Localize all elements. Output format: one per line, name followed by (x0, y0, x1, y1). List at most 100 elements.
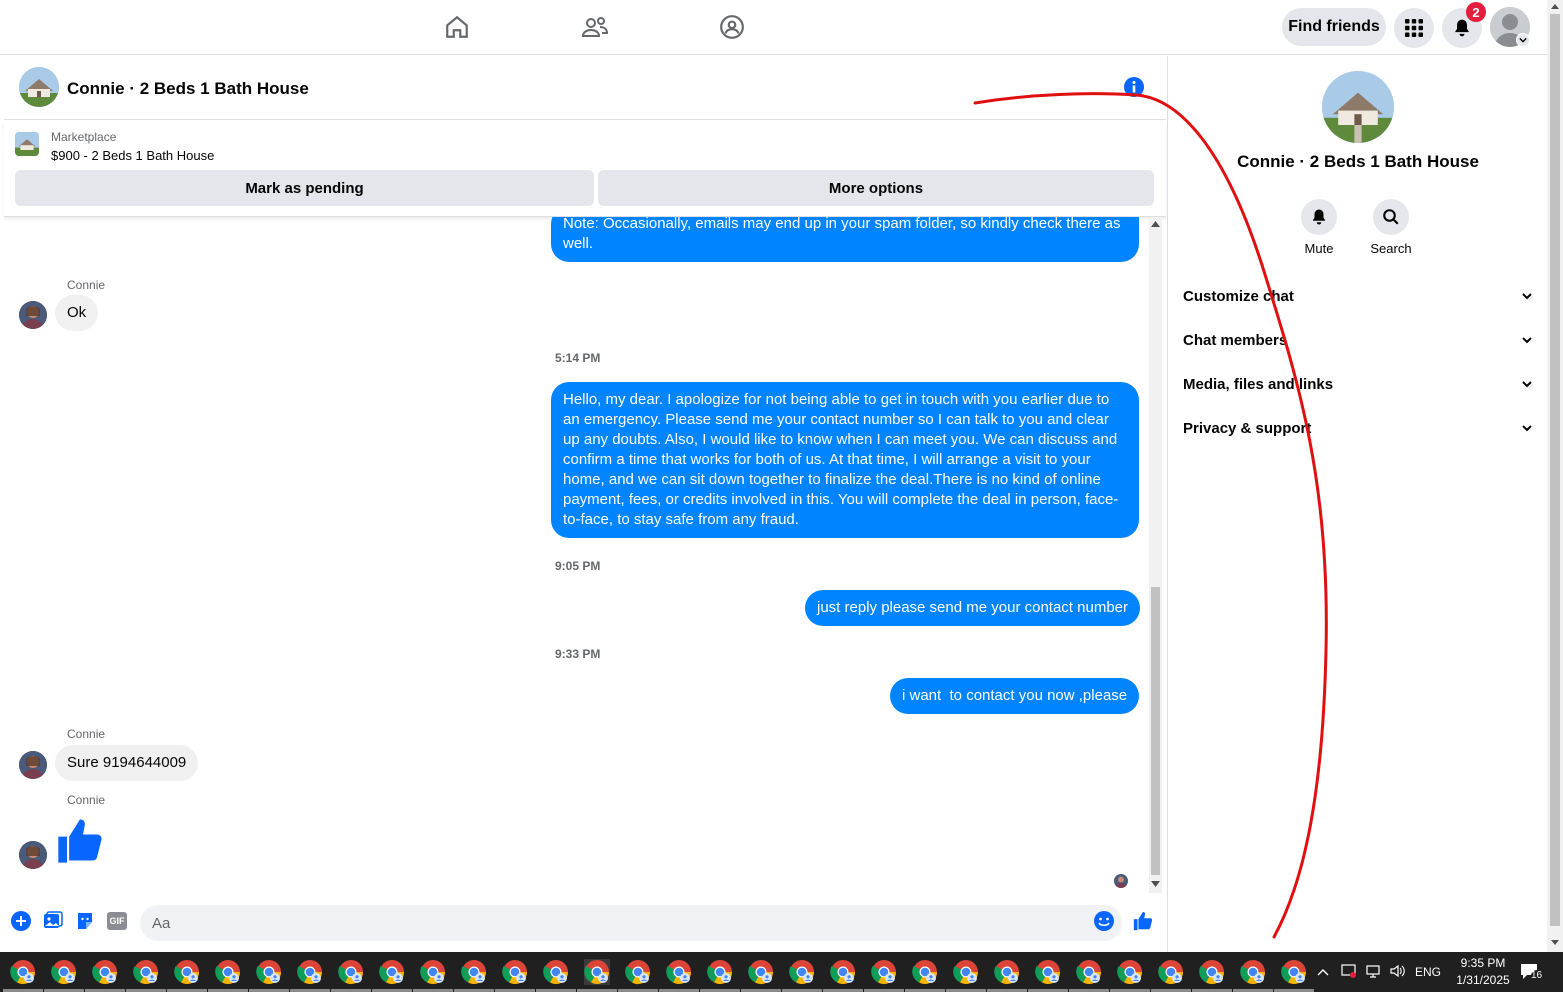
timestamp: 5:14 PM (555, 351, 601, 365)
connie-avatar[interactable] (19, 841, 47, 869)
item-label: Privacy & support (1183, 419, 1312, 437)
chrome-app-icon[interactable] (1110, 959, 1150, 992)
taskbar-clock[interactable]: 9:35 PM 1/31/2025 (1451, 955, 1515, 989)
message-outgoing[interactable]: Hello, my dear. I apologize for not bein… (551, 382, 1139, 538)
info-icon[interactable] (1123, 76, 1145, 103)
find-friends-button[interactable]: Find friends (1282, 8, 1386, 46)
chrome-app-icon[interactable] (413, 959, 453, 992)
chrome-app-icon[interactable] (1069, 959, 1109, 992)
scrollbar-thumb[interactable] (1151, 587, 1160, 875)
seen-receipt-avatar (1114, 874, 1128, 888)
chrome-app-icon[interactable] (782, 959, 822, 992)
mark-as-pending-button[interactable]: Mark as pending (15, 170, 594, 206)
message-incoming[interactable]: Sure 9194644009 (55, 745, 199, 781)
home-icon[interactable] (442, 12, 472, 42)
listing-thumbnail[interactable] (15, 132, 39, 156)
plus-circle-icon[interactable] (10, 910, 32, 932)
chrome-app-icon[interactable] (659, 959, 699, 992)
chrome-app-icon[interactable] (167, 959, 207, 992)
photo-icon[interactable] (42, 910, 64, 932)
chrome-app-icon[interactable] (1274, 959, 1314, 992)
message-outgoing[interactable]: just reply please send me your contact n… (805, 590, 1140, 626)
sticker-icon[interactable] (74, 910, 96, 932)
volume-icon[interactable] (1389, 963, 1405, 982)
menu-grid-icon[interactable] (1394, 8, 1434, 48)
gif-label: GIF (107, 912, 127, 930)
chrome-app-icon[interactable] (577, 959, 617, 992)
chrome-app-icon[interactable] (1028, 959, 1068, 992)
privacy-support-item[interactable]: Privacy & support (1183, 410, 1533, 446)
chevron-down-icon[interactable] (1516, 33, 1530, 47)
like-icon[interactable] (1132, 910, 1154, 932)
chrome-app-icon[interactable] (208, 959, 248, 992)
marketplace-label: Marketplace (51, 130, 117, 144)
marketplace-listing-bar: Marketplace $900 - 2 Beds 1 Bath House M… (4, 121, 1166, 217)
message-outgoing[interactable]: i want to contact you now ,please (890, 678, 1140, 714)
network-icon[interactable] (1365, 963, 1381, 982)
panel-title: Connie · 2 Beds 1 Bath House (1237, 152, 1479, 171)
message-incoming[interactable]: Ok (55, 295, 99, 331)
chat-avatar[interactable] (19, 67, 59, 107)
connie-avatar[interactable] (19, 301, 47, 329)
chevron-down-icon (1522, 425, 1532, 432)
chrome-app-icon[interactable] (85, 959, 125, 992)
groups-icon[interactable] (717, 12, 747, 42)
conversation-details-panel: Connie · 2 Beds 1 Bath House Mute Search… (1167, 56, 1547, 952)
chrome-app-icon[interactable] (454, 959, 494, 992)
more-options-button[interactable]: More options (598, 170, 1154, 206)
connie-avatar[interactable] (19, 751, 47, 779)
chrome-app-icon[interactable] (290, 959, 330, 992)
message-composer: GIF (4, 898, 1166, 948)
media-files-links-item[interactable]: Media, files and links (1183, 366, 1533, 402)
chrome-app-icon[interactable] (536, 959, 576, 992)
chrome-app-icon[interactable] (946, 959, 986, 992)
chrome-app-icon[interactable] (741, 959, 781, 992)
chrome-app-icon[interactable] (823, 959, 863, 992)
chevron-down-icon (1522, 293, 1532, 300)
page-scrollbar[interactable] (1547, 0, 1563, 952)
chrome-app-icon[interactable] (126, 959, 166, 992)
chrome-app-icon[interactable] (987, 959, 1027, 992)
search-label: Search (1370, 241, 1412, 256)
timestamp: 9:33 PM (555, 647, 601, 661)
chrome-app-icon[interactable] (249, 959, 289, 992)
chrome-app-icon[interactable] (495, 959, 535, 992)
sender-name: Connie (67, 727, 106, 741)
listing-title[interactable]: $900 - 2 Beds 1 Bath House (51, 148, 214, 163)
page-scrollbar-thumb[interactable] (1550, 14, 1560, 926)
chrome-app-icon[interactable] (905, 959, 945, 992)
message-outgoing[interactable]: Note: Occasionally, emails may end up in… (551, 217, 1139, 262)
tray-chevron-up-icon[interactable] (1317, 965, 1331, 979)
customize-chat-item[interactable]: Customize chat (1183, 278, 1533, 314)
chrome-app-icon[interactable] (1192, 959, 1232, 992)
search-button[interactable]: Search (1361, 199, 1421, 256)
chrome-app-icon[interactable] (864, 959, 904, 992)
chrome-app-icon[interactable] (1151, 959, 1191, 992)
item-label: Chat members (1183, 331, 1288, 349)
chat-title: Connie · 2 Beds 1 Bath House (67, 79, 309, 98)
search-icon (1373, 199, 1409, 235)
chat-members-item[interactable]: Chat members (1183, 322, 1533, 358)
mute-label: Mute (1304, 241, 1334, 256)
chrome-app-icon[interactable] (331, 959, 371, 992)
message-scrollbar[interactable] (1149, 217, 1162, 893)
chrome-app-icon[interactable] (372, 959, 412, 992)
security-tray-icon[interactable] (1341, 963, 1357, 982)
action-center-icon[interactable]: 16 (1520, 962, 1543, 987)
gif-icon[interactable]: GIF (106, 910, 128, 932)
message-input[interactable] (140, 905, 1122, 941)
clock-date: 1/31/2025 (1456, 973, 1510, 987)
chrome-app-icon[interactable] (1233, 959, 1273, 992)
message-list: Note: Occasionally, emails may end up in… (4, 217, 1148, 893)
chrome-app-icon[interactable] (618, 959, 658, 992)
notification-badge: 2 (1466, 2, 1486, 22)
mute-button[interactable]: Mute (1289, 199, 1349, 256)
emoji-icon[interactable] (1093, 910, 1115, 932)
chrome-app-icon[interactable] (700, 959, 740, 992)
panel-chat-avatar[interactable] (1322, 71, 1394, 143)
chrome-app-icon[interactable] (3, 959, 43, 992)
friends-icon[interactable] (580, 12, 610, 42)
language-indicator[interactable]: ENG (1415, 965, 1441, 979)
chrome-app-icon[interactable] (44, 959, 84, 992)
thumbs-up-sticker-icon[interactable] (54, 815, 106, 872)
